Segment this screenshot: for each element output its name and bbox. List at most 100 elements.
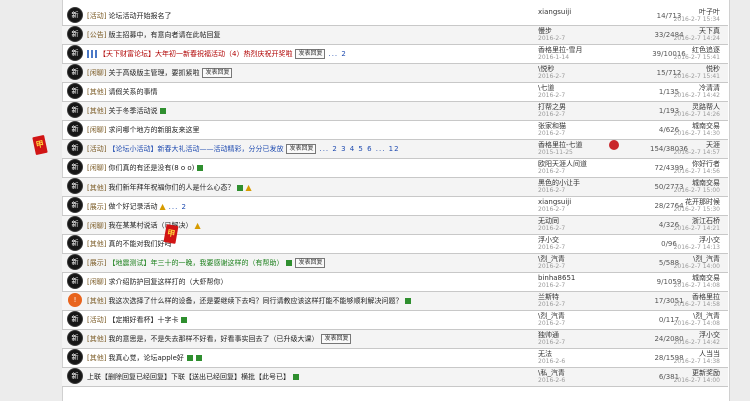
author-name-link[interactable]: 香格里拉-七道 (538, 141, 583, 149)
thread-row[interactable]: 新 [公告] 版主招募中，有意向者请在此帖回复 慢步 2016-2-7 33/2484 天下… (62, 26, 728, 45)
last-poster-link[interactable]: 城南交易 (692, 274, 720, 282)
thread-row[interactable]: 新 [其他] 请假关系的事情 \七道 2016-2-7 1/135 冷清清 2016-2-7 … (62, 83, 728, 102)
last-poster-link[interactable]: 浮小交 (699, 236, 720, 244)
thread-row[interactable]: 新 [闲聊] 我在某某村说话（已解决） ▲ 无动同 2016-2-7 4/326 浙江石桥 20… (62, 216, 728, 235)
thread-category-link[interactable]: [活动] (87, 12, 106, 20)
last-poster-link[interactable]: 冷清清 (699, 84, 720, 92)
thread-title-link[interactable]: 我在某某村说话（已解决） (108, 222, 192, 230)
author-name-link[interactable]: \烈_汽青 (538, 255, 565, 263)
thread-title-link[interactable]: 【定期好看杯】十字卡 (108, 316, 178, 324)
thread-category-link[interactable]: [其他] (87, 107, 106, 115)
thread-row[interactable]: 新上联【删除回复已经回复】下联【送出已经回复】横批【此号已】 \私_汽青 2016-… (62, 368, 728, 387)
last-poster-link[interactable]: 城南交易 (692, 122, 720, 130)
thread-title-link[interactable]: 版主招募中，有意向者请在此帖回复 (108, 31, 220, 39)
thread-row[interactable]: 新 [闲聊] 求问哪个地方的新朋友来这里 张家和猫 2016-2-7 4/626 城南交易 2… (62, 121, 728, 140)
thread-category-link[interactable]: [其他] (87, 88, 106, 96)
author-name-link[interactable]: xiangsuiji (538, 198, 571, 206)
author-name-link[interactable]: 张家和猫 (538, 122, 566, 130)
last-poster-link[interactable]: 红色追逐 (692, 46, 720, 54)
thread-row[interactable]: 新 [其他] 关于冬季活动说 打帮之男 2016-2-7 1/193 灵路帮人 2016-2-… (62, 102, 728, 121)
thread-title-link[interactable]: 请假关系的事情 (108, 88, 157, 96)
thread-row[interactable]: 新 [其他] 我的意思是，不是失去那样不好看，好看事实回去了（已升级大课） 发表回复独… (62, 330, 728, 349)
reply-tag-button[interactable]: 发表回复 (202, 68, 233, 78)
reply-tag-button[interactable]: 发表回复 (286, 144, 317, 154)
author-name-link[interactable]: 香格里拉-雪月 (538, 46, 583, 54)
last-poster-link[interactable]: 天下真 (699, 27, 720, 35)
thread-category-link[interactable]: [闲聊] (87, 222, 106, 230)
thread-title-link[interactable]: 真的不能对我们好吗 (108, 240, 171, 248)
thread-row[interactable]: 新 [其他] 真的不能对我们好吗 浮小交 2016-2-7 0/96 浮小交 2016-2-7… (62, 235, 728, 254)
last-poster-link[interactable]: 浮小交 (699, 331, 720, 339)
thread-title-link[interactable]: 我真心觉，论坛apple好 (108, 354, 183, 362)
thread-category-link[interactable]: [其他] (87, 297, 106, 305)
author-name-link[interactable]: 黑色的小让手 (538, 179, 580, 187)
author-name-link[interactable]: 欧阳天涯人间道 (538, 160, 587, 168)
thread-row[interactable]: 新 [活动] 论坛活动开始报名了 xiangsuiji 14/713 叶子叶 2016-2-… (62, 7, 728, 26)
author-name-link[interactable]: 浮小交 (538, 236, 559, 244)
thread-row[interactable]: 新 [其他] 我真心觉，论坛apple好 无法 2016-2-6 28/1598 人当当 20… (62, 349, 728, 368)
thread-pages-link[interactable]: ... 2 (169, 203, 187, 211)
thread-pages-link[interactable]: ... 2 (328, 50, 346, 58)
thread-row[interactable]: 新 [展示] 【地震测试】年三十的一晚，我要感谢这样的（有帮助） 发表回复 \烈_汽青 2… (62, 254, 728, 273)
thread-category-link[interactable]: [其他] (87, 354, 106, 362)
author-name-link[interactable]: xiangsuiji (538, 8, 571, 16)
thread-row[interactable]: 新 [其他] 我们新年拜年祝福你们的人是什么心态？ ▲ 黑色的小让手 2016-2-7 50… (62, 178, 728, 197)
last-poster-link[interactable]: 更新奖励 (692, 369, 720, 377)
author-name-link[interactable]: \私_汽青 (538, 369, 565, 377)
thread-category-link[interactable]: [闲聊] (87, 164, 106, 172)
author-name-link[interactable]: \七道 (538, 84, 554, 92)
red-envelope-icon[interactable]: 甲 (32, 134, 48, 156)
thread-title-link[interactable]: 做个好记录活动 (108, 203, 157, 211)
thread-category-link[interactable]: [公告] (87, 31, 106, 39)
thread-row[interactable]: 新 [闲聊] 求介绍防护回复这样打的（大虾帮你） binha8651 2016-2-7 9… (62, 273, 728, 292)
last-poster-link[interactable]: 灵路帮人 (692, 103, 720, 111)
thread-row[interactable]: 新【天下财富论坛】大年初一新春祝福活动（4）热烈庆祝开奖啦 发表回复... 2 香格… (62, 45, 728, 64)
last-poster-link[interactable]: \烈_汽青 (693, 255, 720, 263)
author-name-link[interactable]: binha8651 (538, 274, 575, 282)
last-poster-link[interactable]: \烈_汽青 (693, 312, 720, 320)
last-poster-link[interactable]: 浙江石桥 (692, 217, 720, 225)
thread-category-link[interactable]: [活动] (87, 316, 106, 324)
thread-title-link[interactable]: 求介绍防护回复这样打的（大虾帮你） (108, 278, 227, 286)
thread-category-link[interactable]: [闲聊] (87, 126, 106, 134)
thread-category-link[interactable]: [闲聊] (87, 69, 106, 77)
thread-title-link[interactable]: 你们真的有还是没有(8 o o) (108, 164, 194, 172)
last-poster-link[interactable]: 你好行者 (692, 160, 720, 168)
thread-category-link[interactable]: [其他] (87, 335, 106, 343)
author-name-link[interactable]: 兰斯特 (538, 293, 559, 301)
thread-row[interactable]: 新 [活动] 【论坛小活动】新春大礼活动——活动精彩，分分已发放 发表回复... 2 … (62, 140, 728, 159)
thread-category-link[interactable]: [闲聊] (87, 278, 106, 286)
thread-title-link[interactable]: 【天下财富论坛】大年初一新春祝福活动（4）热烈庆祝开奖啦 (99, 50, 292, 58)
thread-title-link[interactable]: 【地震测试】年三十的一晚，我要感谢这样的（有帮助） (108, 259, 283, 267)
thread-title-link[interactable]: 上联【删除回复已经回复】下联【送出已经回复】横批【此号已】 (87, 373, 290, 381)
thread-pages-link[interactable]: ... 2 3 4 5 6 ... 12 (319, 145, 399, 153)
thread-row[interactable]: 新 [闲聊] 关于高级版主管理，要抓紧啦 发表回复 \悦秒 2016-2-7 15/712 悦… (62, 64, 728, 83)
reply-tag-button[interactable]: 发表回复 (295, 258, 326, 268)
thread-category-link[interactable]: [展示] (87, 203, 106, 211)
thread-category-link[interactable]: [活动] (87, 145, 106, 153)
last-poster-link[interactable]: 香格里拉 (692, 293, 720, 301)
last-poster-link[interactable]: 悦秒 (706, 65, 720, 73)
author-name-link[interactable]: 慢步 (538, 27, 552, 35)
last-poster-link[interactable]: 城南交易 (692, 179, 720, 187)
thread-row[interactable]: ! [其他] 我这次选择了什么样的设备，还是要继续下去吗？同行请教应该这样打能不能够… (62, 292, 728, 311)
thread-title-link[interactable]: 关于冬季活动说 (108, 107, 157, 115)
last-poster-link[interactable]: 花开那时候 (685, 198, 720, 206)
last-poster-link[interactable]: 人当当 (699, 350, 720, 358)
author-name-link[interactable]: 独帅通 (538, 331, 559, 339)
thread-title-link[interactable]: 我这次选择了什么样的设备，还是要继续下去吗？同行请教应该这样打能不能够顺利解决问… (108, 297, 402, 305)
thread-row[interactable]: 新 [闲聊] 你们真的有还是没有(8 o o) 欧阳天涯人间道 2016-2-7 72/4… (62, 159, 728, 178)
thread-title-link[interactable]: 关于高级版主管理，要抓紧啦 (108, 69, 199, 77)
thread-title-link[interactable]: 我的意思是，不是失去那样不好看，好看事实回去了（已升级大课） (108, 335, 318, 343)
thread-category-link[interactable]: [展示] (87, 259, 106, 267)
thread-category-link[interactable]: [其他] (87, 184, 106, 192)
thread-title-link[interactable]: 【论坛小活动】新春大礼活动——活动精彩，分分已发放 (108, 145, 283, 153)
thread-title-link[interactable]: 求问哪个地方的新朋友来这里 (108, 126, 199, 134)
thread-row[interactable]: 新 [活动] 【定期好看杯】十字卡 \烈_汽青 2016-2-7 0/117 \烈_汽青 20… (62, 311, 728, 330)
last-poster-link[interactable]: 天涯 (706, 141, 720, 149)
thread-row[interactable]: 新 [展示] 做个好记录活动 ▲... 2 xiangsuiji 2016-2-7 28/2… (62, 197, 728, 216)
thread-title-link[interactable]: 论坛活动开始报名了 (108, 12, 171, 20)
author-name-link[interactable]: 无动同 (538, 217, 559, 225)
author-name-link[interactable]: \悦秒 (538, 65, 554, 73)
last-poster-link[interactable]: 叶子叶 (699, 8, 720, 16)
